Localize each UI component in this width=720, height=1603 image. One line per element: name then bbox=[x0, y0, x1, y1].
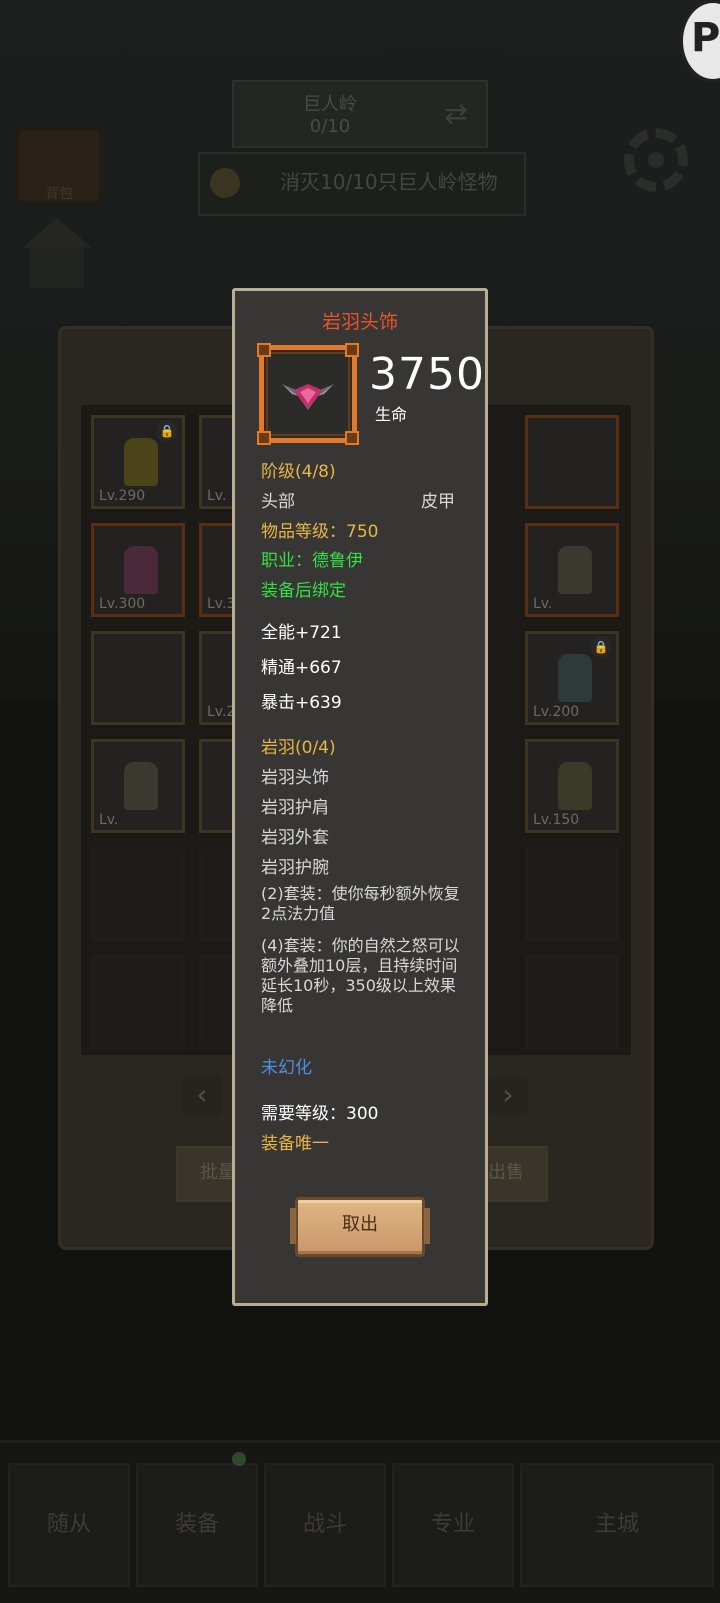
item-stat: 全能+721 bbox=[261, 623, 342, 643]
slot-level: Lv.200 bbox=[533, 704, 580, 720]
bag-slot-empty[interactable] bbox=[525, 955, 619, 1049]
slot-level: Lv. bbox=[207, 488, 227, 504]
item-main-value: 3750 bbox=[369, 349, 485, 400]
set-piece: 岩羽护腕 bbox=[261, 858, 329, 878]
bag-slot[interactable]: Lv. bbox=[525, 523, 619, 617]
backpack-label: 背包 bbox=[45, 186, 73, 202]
gear-item-icon bbox=[558, 546, 592, 594]
item-icon-frame bbox=[257, 343, 359, 445]
item-stat: 暴击+639 bbox=[261, 693, 342, 713]
slot-level: Lv. bbox=[533, 596, 553, 612]
gear-icon[interactable] bbox=[624, 128, 688, 192]
quest-bar[interactable]: 消灭10/10只巨人岭怪物 bbox=[198, 152, 526, 216]
item-stat: 精通+667 bbox=[261, 658, 342, 678]
bag-slot-empty[interactable] bbox=[91, 847, 185, 941]
bag-slot[interactable]: Lv. bbox=[91, 739, 185, 833]
bag-slot[interactable]: Lv.300 bbox=[91, 523, 185, 617]
slot-level: Lv. bbox=[99, 812, 119, 828]
gear-item-icon bbox=[124, 438, 158, 486]
item-bind-type: 装备后绑定 bbox=[261, 581, 346, 601]
notification-dot bbox=[232, 1452, 246, 1466]
lock-icon: 🔒 bbox=[156, 420, 178, 442]
set-title: 岩羽(0/4) bbox=[261, 738, 336, 758]
next-page-button[interactable]: › bbox=[488, 1076, 528, 1116]
item-class-requirement: 职业：德鲁伊 bbox=[261, 551, 363, 571]
gear-item-icon bbox=[124, 762, 158, 810]
gear-item-icon bbox=[558, 654, 592, 702]
coin-icon bbox=[210, 168, 240, 198]
nav-tab[interactable]: 主城 bbox=[520, 1463, 714, 1587]
slot-level: Lv.300 bbox=[99, 596, 146, 612]
slot-level: Lv.290 bbox=[99, 488, 146, 504]
set-piece: 岩羽外套 bbox=[261, 828, 329, 848]
bag-slot[interactable]: Lv.200 🔒 bbox=[525, 631, 619, 725]
lock-icon: 🔒 bbox=[590, 636, 612, 658]
bottom-nav: 随从 装备 战斗 专业 主城 bbox=[0, 1440, 720, 1603]
set-piece: 岩羽头饰 bbox=[261, 768, 329, 788]
zone-name: 巨人岭 bbox=[303, 94, 357, 115]
transmog-status: 未幻化 bbox=[261, 1058, 312, 1078]
set-bonus-4: (4)套装：你的自然之怒可以额外叠加10层，且持续时间延长10秒，350级以上效… bbox=[261, 936, 460, 1015]
required-level: 需要等级：300 bbox=[261, 1104, 379, 1124]
set-piece: 岩羽护肩 bbox=[261, 798, 329, 818]
take-out-button[interactable]: 取出 bbox=[290, 1197, 430, 1257]
item-name: 岩羽头饰 bbox=[321, 311, 398, 333]
nav-tab[interactable]: 专业 bbox=[392, 1463, 514, 1587]
backpack-chest-icon[interactable]: 背包 bbox=[16, 128, 102, 204]
feathered-helm-icon bbox=[282, 384, 334, 410]
quest-text: 消灭10/10只巨人岭怪物 bbox=[280, 170, 498, 194]
unique-equip: 装备唯一 bbox=[261, 1134, 329, 1154]
zone-counter[interactable]: 巨人岭 0/10 ⇄ bbox=[232, 80, 488, 148]
set-bonus-2: (2)套装：使你每秒额外恢复2点法力值 bbox=[261, 884, 460, 923]
nav-tab[interactable]: 战斗 bbox=[264, 1463, 386, 1587]
item-tier: 阶级(4/8) bbox=[261, 462, 336, 482]
house-icon[interactable] bbox=[22, 218, 92, 292]
bag-slot[interactable] bbox=[525, 415, 619, 509]
bag-slot-empty[interactable] bbox=[525, 847, 619, 941]
slot-level: Lv.150 bbox=[533, 812, 580, 828]
nav-tab[interactable]: 随从 bbox=[8, 1463, 130, 1587]
item-armor-type: 皮甲 bbox=[421, 492, 455, 512]
item-tooltip-dialog: 岩羽头饰 3750 生命 阶级(4/8) 头部 皮甲 物品等级：750 职业：德… bbox=[232, 288, 488, 1306]
item-slot: 头部 bbox=[261, 492, 295, 512]
bag-slot[interactable]: Lv.290 🔒 bbox=[91, 415, 185, 509]
item-level: 物品等级：750 bbox=[261, 522, 379, 542]
nav-tab[interactable]: 装备 bbox=[136, 1463, 258, 1587]
zone-progress: 0/10 bbox=[309, 116, 351, 137]
prev-page-button[interactable]: ‹ bbox=[182, 1076, 222, 1116]
refresh-arrows-icon[interactable]: ⇄ bbox=[438, 96, 474, 132]
bag-slot[interactable] bbox=[91, 631, 185, 725]
gear-item-icon bbox=[124, 546, 158, 594]
item-main-label: 生命 bbox=[375, 405, 408, 424]
gear-item-icon bbox=[558, 762, 592, 810]
bag-slot-empty[interactable] bbox=[91, 955, 185, 1049]
bag-slot[interactable]: Lv.150 bbox=[525, 739, 619, 833]
